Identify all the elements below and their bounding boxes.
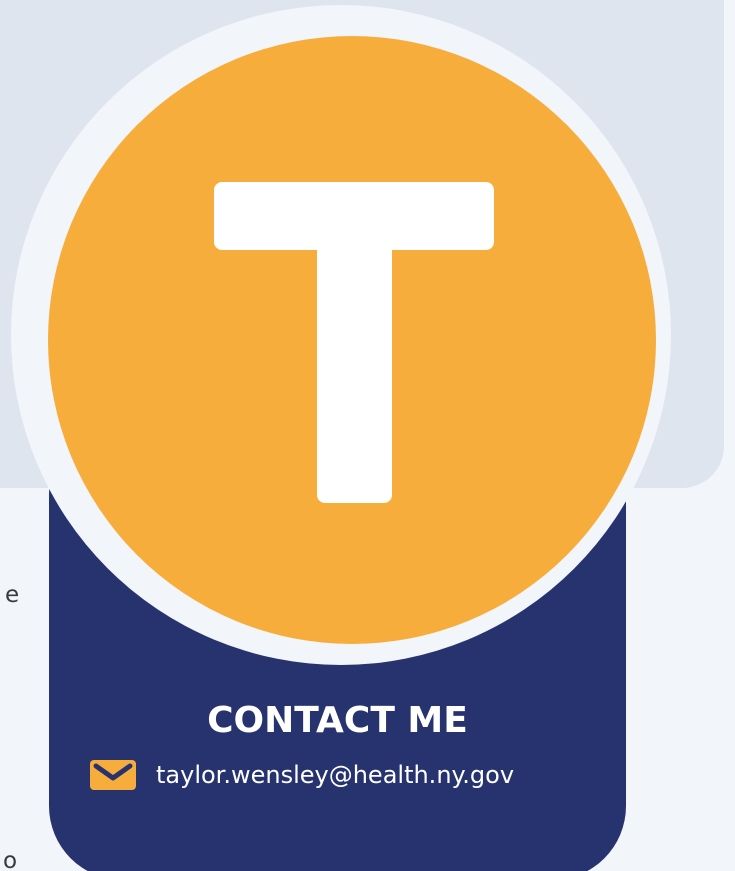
avatar: [48, 36, 656, 644]
clipped-text-fragment: e: [5, 582, 20, 608]
email-address: taylor.wensley@health.ny.gov: [156, 761, 515, 789]
contact-profile-page: e o CONTACT ME taylor.wensley@health.ny.…: [0, 0, 735, 871]
clipped-text-fragment: o: [3, 848, 18, 871]
email-link[interactable]: taylor.wensley@health.ny.gov: [90, 755, 514, 795]
mail-icon: [90, 760, 136, 790]
avatar-ring: [11, 5, 671, 665]
avatar-initial-t: [214, 182, 494, 503]
contact-heading: CONTACT ME: [207, 699, 468, 741]
